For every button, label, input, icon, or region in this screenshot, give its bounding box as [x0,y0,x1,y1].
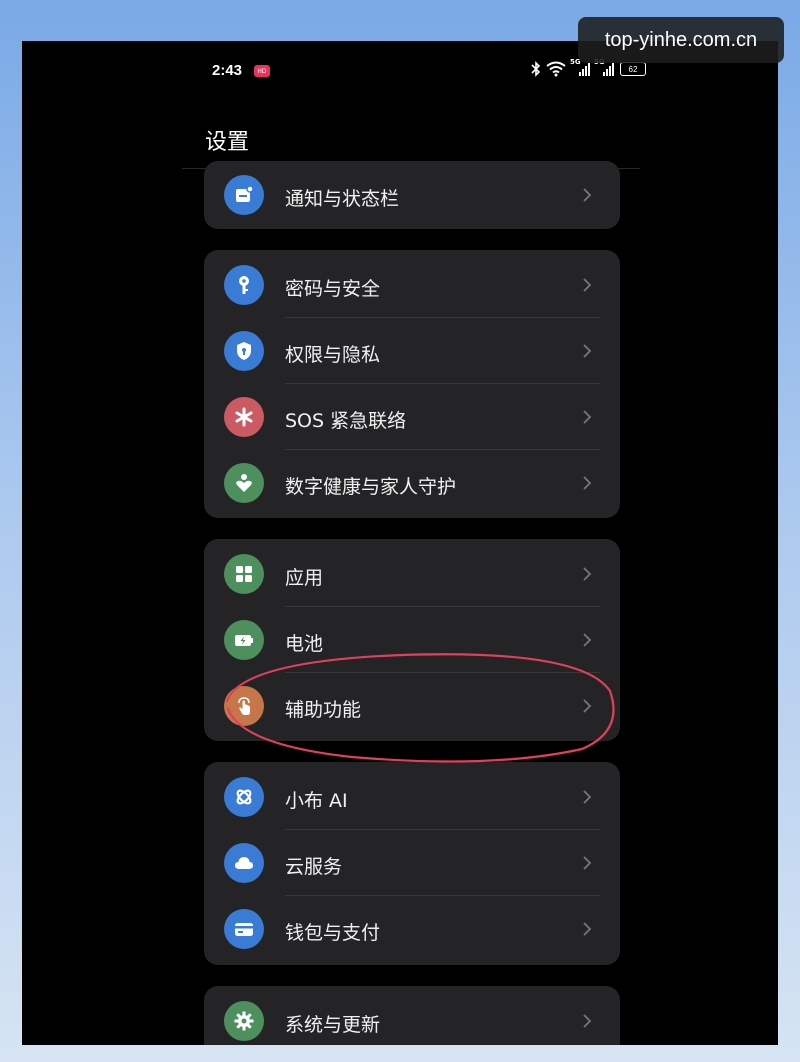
settings-item-label: 辅助功能 [285,699,362,721]
battery-icon [224,620,264,660]
settings-item-system-update[interactable]: 系统与更新 [204,988,620,1045]
settings-item-xiaobu-ai[interactable]: 小布 AI [204,764,620,830]
battery-indicator: 62 [620,62,646,76]
chevron-right-icon [583,790,592,804]
settings-item-label: 电池 [285,633,324,655]
settings-item-cloud-service[interactable]: 云服务 [204,830,620,896]
settings-item-label: 密码与安全 [285,278,381,300]
chevron-right-icon [583,1014,592,1028]
bluetooth-icon [531,61,541,77]
settings-group-security: 密码与安全 权限与隐私 SOS 紧急联络 数字健康与家人守护 [204,250,620,518]
settings-item-digital-wellbeing[interactable]: 数字健康与家人守护 [204,450,620,516]
settings-item-wallet-payment[interactable]: 钱包与支付 [204,896,620,962]
chevron-right-icon [583,856,592,870]
accessibility-hand-icon [224,686,264,726]
status-bar: 2:43 HD 5G 5G 62 [212,58,652,84]
settings-item-notifications[interactable]: 通知与状态栏 [204,162,620,228]
settings-item-label: 权限与隐私 [285,344,381,366]
notification-badge-icon: HD [254,65,270,77]
chevron-right-icon [583,476,592,490]
settings-item-permissions-privacy[interactable]: 权限与隐私 [204,318,620,384]
chevron-right-icon [583,633,592,647]
settings-item-label: 通知与状态栏 [285,188,400,210]
chevron-right-icon [583,410,592,424]
chevron-right-icon [583,278,592,292]
chevron-right-icon [583,699,592,713]
settings-group-notifications: 通知与状态栏 [204,161,620,229]
heart-person-icon [224,463,264,503]
apps-grid-icon [224,554,264,594]
settings-item-label: SOS 紧急联络 [285,410,407,432]
settings-item-label: 小布 AI [285,790,348,812]
cloud-icon [224,843,264,883]
settings-item-sos[interactable]: SOS 紧急联络 [204,384,620,450]
key-icon [224,265,264,305]
page-title: 设置 [205,130,250,155]
settings-group-apps: 应用 电池 辅助功能 [204,539,620,741]
chevron-right-icon [583,922,592,936]
settings-item-apps[interactable]: 应用 [204,541,620,607]
chevron-right-icon [583,188,592,202]
gear-icon [224,1001,264,1041]
settings-item-label: 钱包与支付 [285,922,381,944]
watermark: top-yinhe.com.cn [578,17,784,63]
phone-screen: 2:43 HD 5G 5G 62 设置 [22,41,778,1045]
settings-item-accessibility[interactable]: 辅助功能 [204,673,620,739]
chevron-right-icon [583,567,592,581]
shield-icon [224,331,264,371]
settings-item-label: 系统与更新 [285,1014,381,1036]
settings-item-label: 应用 [285,567,324,589]
ai-assistant-icon [224,777,264,817]
wallet-icon [224,909,264,949]
settings-item-battery[interactable]: 电池 [204,607,620,673]
sos-asterisk-icon [224,397,264,437]
settings-item-label: 数字健康与家人守护 [285,476,457,498]
settings-group-services: 小布 AI 云服务 钱包与支付 [204,762,620,965]
settings-group-system: 系统与更新 [204,986,620,1045]
settings-item-password-security[interactable]: 密码与安全 [204,252,620,318]
status-time: 2:43 [212,62,243,79]
settings-item-label: 云服务 [285,856,343,878]
chevron-right-icon [583,344,592,358]
notification-icon [224,175,264,215]
wifi-icon [546,61,566,77]
